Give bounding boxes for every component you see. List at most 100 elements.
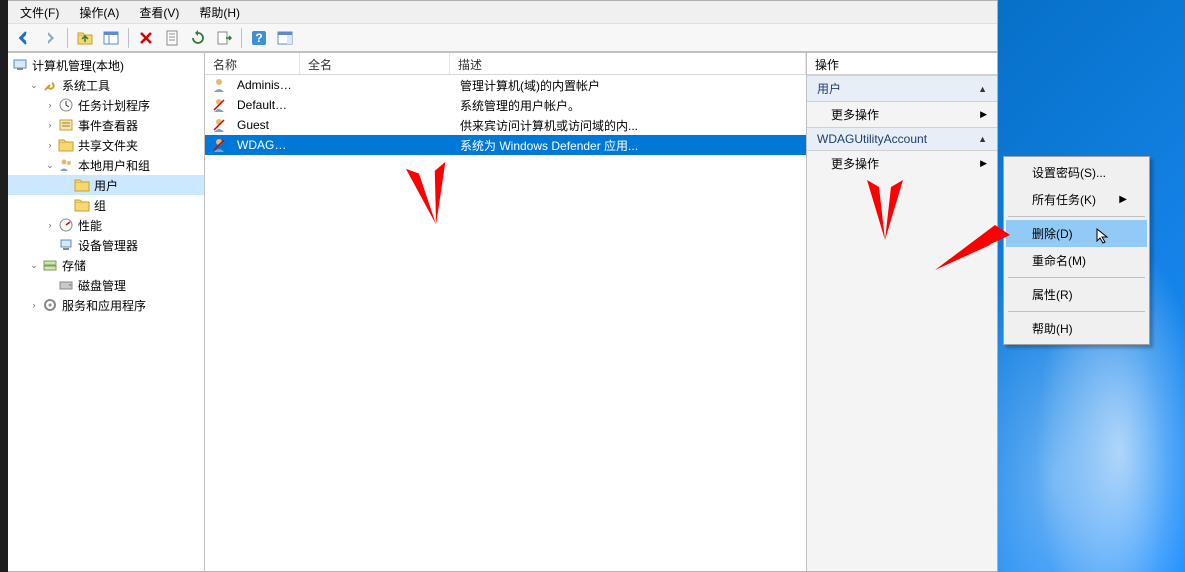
tree-users[interactable]: 用户 — [8, 175, 204, 195]
tree-services-apps[interactable]: › 服务和应用程序 — [8, 295, 204, 315]
export-list-icon — [216, 30, 232, 46]
expander-closed-icon[interactable]: › — [44, 99, 56, 111]
user-row[interactable]: Administrat...管理计算机(域)的内置帐户 — [205, 75, 806, 95]
user-row[interactable]: WDAGUtilit... 系统为 Windows Defender 应用... — [205, 135, 806, 155]
user-row[interactable]: Guest供来宾访问计算机或访问域的内... — [205, 115, 806, 135]
user-row[interactable]: DefaultAcc... 系统管理的用户帐户。 — [205, 95, 806, 115]
tree-root[interactable]: 计算机管理(本地) — [8, 55, 204, 75]
forward-icon — [42, 30, 58, 46]
tree-label: 服务和应用程序 — [62, 297, 146, 314]
tree-label: 计算机管理(本地) — [32, 57, 124, 74]
submenu-arrow-icon: ▶ — [1119, 194, 1127, 205]
properties-button[interactable] — [160, 26, 184, 50]
computer-mgmt-icon — [12, 57, 28, 73]
delete-button[interactable] — [134, 26, 158, 50]
ctx-label: 重命名(M) — [1032, 252, 1086, 269]
services-icon — [42, 297, 58, 313]
menu-action[interactable]: 操作(A) — [71, 2, 127, 23]
tree-label: 任务计划程序 — [78, 97, 150, 114]
expander-closed-icon[interactable]: › — [44, 219, 56, 231]
tree-task-scheduler[interactable]: › 任务计划程序 — [8, 95, 204, 115]
cell-description: 系统为 Windows Defender 应用... — [452, 135, 806, 156]
tree-shared-folders[interactable]: › 共享文件夹 — [8, 135, 204, 155]
expander-closed-icon[interactable]: › — [44, 119, 56, 131]
help-button[interactable]: ? — [247, 26, 271, 50]
cell-description: 管理计算机(域)的内置帐户 — [452, 75, 806, 96]
actions-pane: 操作 用户 ▲ 更多操作 ▶ WDAGUtilityAccount ▲ 更多操作… — [807, 53, 997, 571]
menu-help[interactable]: 帮助(H) — [191, 2, 248, 23]
actions-pane-icon — [277, 30, 293, 46]
ctx-all-tasks[interactable]: 所有任务(K)▶ — [1006, 186, 1147, 213]
cell-description: 系统管理的用户帐户。 — [452, 95, 806, 116]
tree-storage[interactable]: ⌄ 存储 — [8, 255, 204, 275]
tree-local-users-groups[interactable]: ⌄ 本地用户和组 — [8, 155, 204, 175]
tree-device-manager[interactable]: 设备管理器 — [8, 235, 204, 255]
back-button[interactable] — [12, 26, 36, 50]
tree-label: 本地用户和组 — [78, 157, 150, 174]
list-header: 名称 全名 描述 — [205, 53, 806, 75]
ctx-delete[interactable]: 删除(D) — [1006, 220, 1147, 247]
user-disabled-icon — [211, 97, 227, 113]
ctx-properties[interactable]: 属性(R) — [1006, 281, 1147, 308]
actions-more-1[interactable]: 更多操作 ▶ — [807, 102, 997, 127]
refresh-button[interactable] — [186, 26, 210, 50]
actions-section-selected[interactable]: WDAGUtilityAccount ▲ — [807, 127, 997, 151]
ctx-help[interactable]: 帮助(H) — [1006, 315, 1147, 342]
tree-groups[interactable]: 组 — [8, 195, 204, 215]
collapse-arrow-icon: ▲ — [978, 84, 987, 94]
ctx-rename[interactable]: 重命名(M) — [1006, 247, 1147, 274]
tree-event-viewer[interactable]: › 事件查看器 — [8, 115, 204, 135]
cell-fullname — [302, 123, 452, 127]
tree-label: 共享文件夹 — [78, 137, 138, 154]
col-name[interactable]: 名称 — [205, 53, 300, 74]
show-hide-tree-button[interactable] — [99, 26, 123, 50]
clock-icon — [58, 97, 74, 113]
actions-section-users[interactable]: 用户 ▲ — [807, 75, 997, 102]
device-mgr-icon — [58, 237, 74, 253]
menu-file[interactable]: 文件(F) — [12, 2, 67, 23]
expander-open-icon[interactable]: ⌄ — [28, 79, 40, 91]
cell-fullname — [302, 143, 452, 147]
show-actions-button[interactable] — [273, 26, 297, 50]
tree-disk-management[interactable]: 磁盘管理 — [8, 275, 204, 295]
context-menu: 设置密码(S)... 所有任务(K)▶ 删除(D) 重命名(M) 属性(R) 帮… — [1003, 156, 1150, 345]
menu-view[interactable]: 查看(V) — [131, 2, 187, 23]
ctx-label: 帮助(H) — [1032, 320, 1073, 337]
ctx-separator — [1008, 311, 1145, 312]
col-fullname[interactable]: 全名 — [300, 53, 450, 74]
ctx-set-password[interactable]: 设置密码(S)... — [1006, 159, 1147, 186]
user-icon — [211, 77, 227, 93]
forward-button[interactable] — [38, 26, 62, 50]
actions-more-2[interactable]: 更多操作 ▶ — [807, 151, 997, 176]
expander-open-icon[interactable]: ⌄ — [28, 259, 40, 271]
tree-performance[interactable]: › 性能 — [8, 215, 204, 235]
expander-closed-icon[interactable]: › — [28, 299, 40, 311]
delete-x-icon — [138, 30, 154, 46]
up-folder-button[interactable] — [73, 26, 97, 50]
tree-label: 组 — [94, 197, 106, 214]
ctx-separator — [1008, 216, 1145, 217]
panes-icon — [103, 30, 119, 46]
cell-name: WDAGUtilit... — [229, 136, 302, 154]
folder-icon — [74, 177, 90, 193]
export-button[interactable] — [212, 26, 236, 50]
tree-label: 系统工具 — [62, 77, 110, 94]
ctx-label: 设置密码(S)... — [1032, 164, 1106, 181]
expander-open-icon[interactable]: ⌄ — [44, 159, 56, 171]
help-icon: ? — [251, 30, 267, 46]
user-disabled-icon — [211, 137, 227, 153]
event-log-icon — [58, 117, 74, 133]
menu-bar: 文件(F) 操作(A) 查看(V) 帮助(H) — [8, 1, 997, 23]
console-tree[interactable]: 计算机管理(本地) ⌄ 系统工具 › 任务计划程序 › 事件查看器 › 共享文件… — [8, 53, 205, 571]
obscured-left-strip — [0, 0, 8, 572]
expander-closed-icon[interactable]: › — [44, 139, 56, 151]
col-desc[interactable]: 描述 — [450, 53, 806, 74]
computer-management-window: 文件(F) 操作(A) 查看(V) 帮助(H) — [8, 0, 998, 572]
tree-system-tools[interactable]: ⌄ 系统工具 — [8, 75, 204, 95]
disk-icon — [58, 277, 74, 293]
list-body[interactable]: Administrat...管理计算机(域)的内置帐户DefaultAcc...… — [205, 75, 806, 571]
properties-sheet-icon — [164, 30, 180, 46]
svg-text:?: ? — [255, 31, 262, 45]
tree-label: 磁盘管理 — [78, 277, 126, 294]
cell-name: DefaultAcc... — [229, 96, 302, 114]
